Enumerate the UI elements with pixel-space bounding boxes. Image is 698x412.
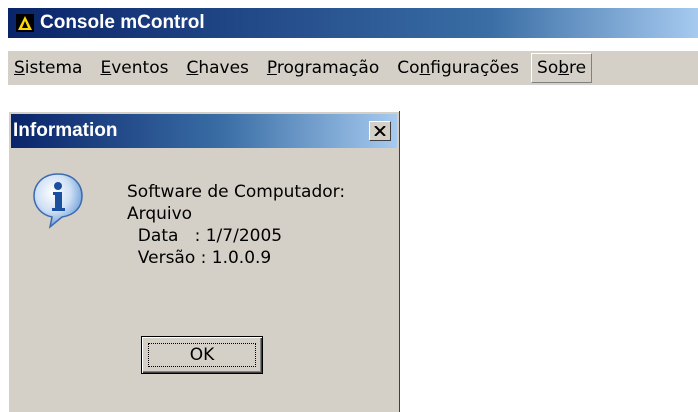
menu-label-key: E (100, 58, 112, 78)
menu-label-post: ventos (111, 58, 169, 78)
menu-configuracoes[interactable]: Configurações (391, 53, 525, 83)
menu-label-key: C (186, 58, 199, 78)
dialog-title: Information (13, 120, 118, 141)
menu-label-post: haves (198, 58, 249, 78)
close-icon (374, 126, 386, 136)
menu-label-post: rogramação (276, 58, 380, 78)
ok-button-label: OK (189, 345, 215, 365)
menu-programacao[interactable]: Programação (261, 53, 385, 83)
main-title-bar[interactable]: Console mControl (8, 8, 698, 38)
menu-label-key: S (14, 58, 25, 78)
menu-chaves[interactable]: Chaves (180, 53, 254, 83)
menu-label-pre: So (537, 58, 559, 78)
menu-label-pre: Co (397, 58, 420, 78)
menu-label-key: b (558, 58, 570, 78)
menu-label-post: re (569, 58, 587, 78)
information-dialog: Information Software de Computador: Arqu… (8, 111, 400, 412)
ok-button[interactable]: OK (141, 336, 263, 374)
menu-label-post: figurações (430, 58, 520, 78)
menu-bar: Sistema Eventos Chaves Programação Confi… (8, 51, 698, 85)
dialog-title-bar[interactable]: Information (11, 114, 397, 148)
menu-label-post: istema (24, 58, 83, 78)
menu-label-key: P (266, 58, 277, 78)
app-title: Console mControl (40, 12, 205, 33)
menu-eventos[interactable]: Eventos (94, 53, 174, 83)
app-triangle-icon (16, 14, 34, 32)
information-icon (33, 173, 83, 229)
menu-sistema[interactable]: Sistema (8, 53, 88, 83)
close-button[interactable] (369, 121, 391, 141)
dialog-message: Software de Computador: Arquivo Data : 1… (127, 182, 346, 268)
menu-label-key: n (419, 58, 431, 78)
menu-sobre[interactable]: Sobre (531, 53, 593, 83)
